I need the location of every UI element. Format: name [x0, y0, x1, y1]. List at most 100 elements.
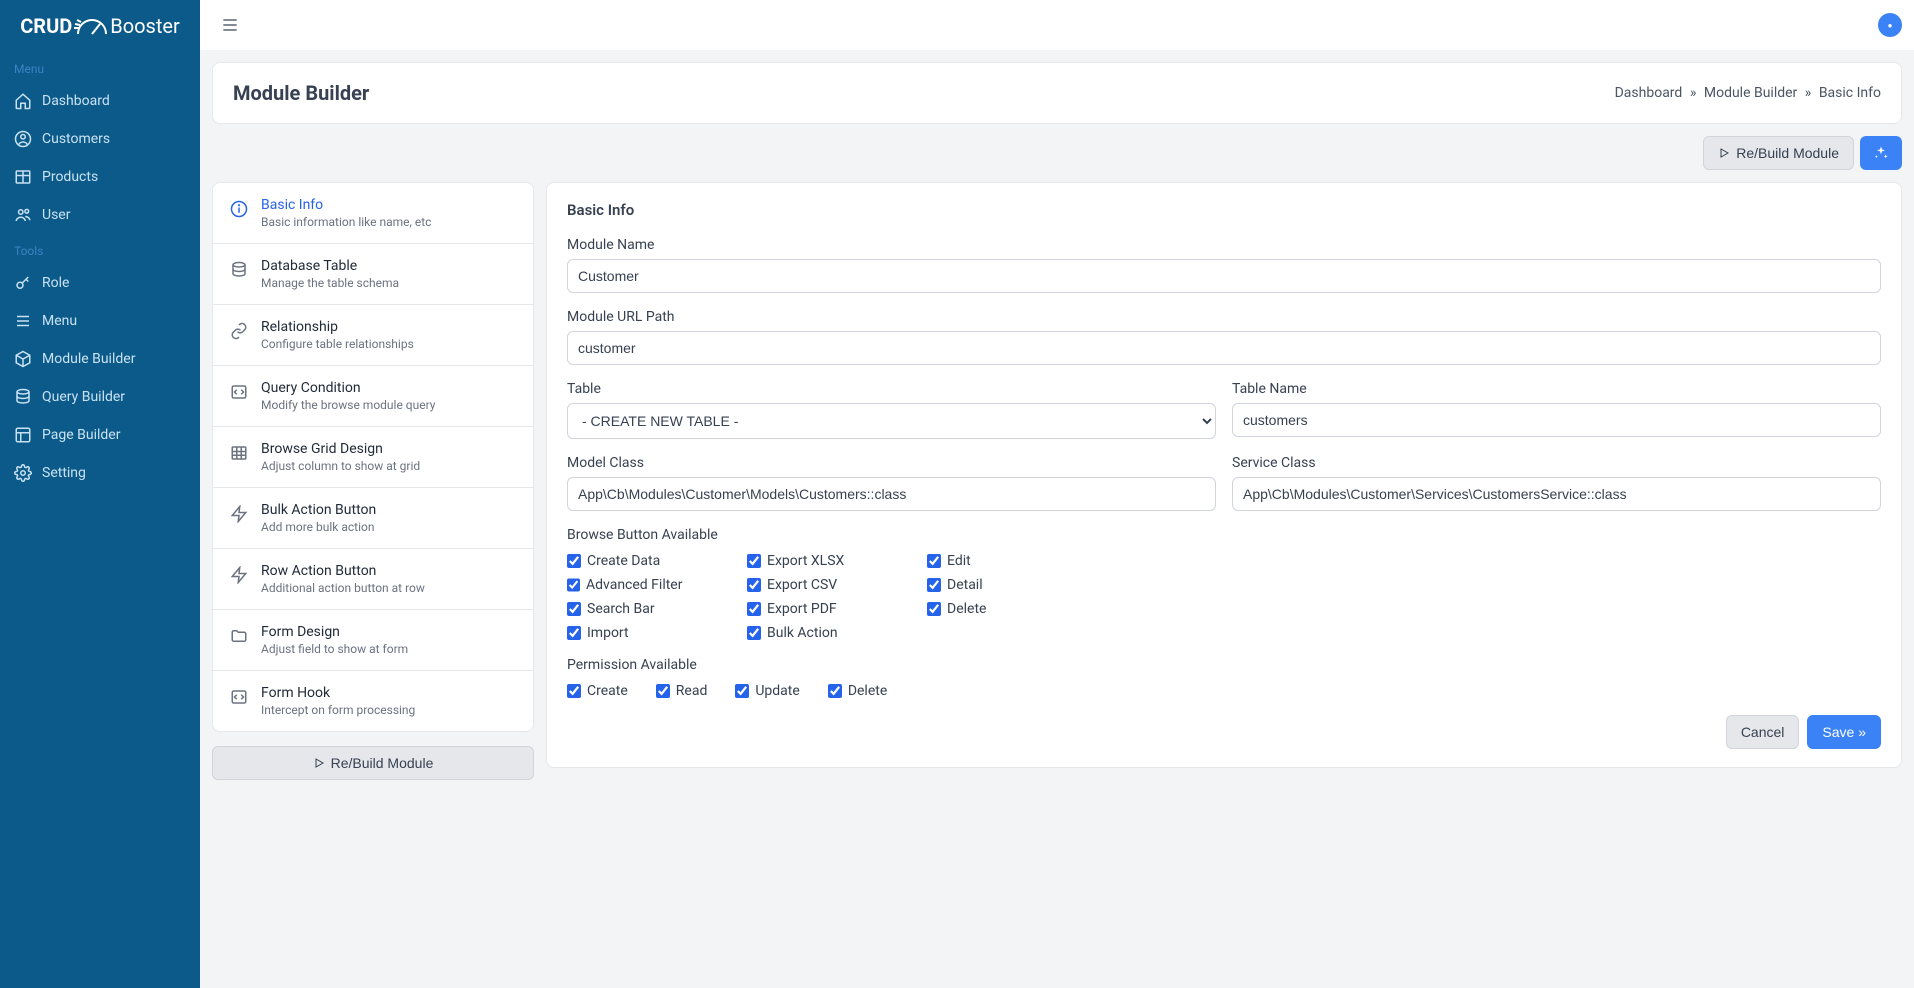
sidebar-item-setting[interactable]: Setting	[0, 454, 200, 492]
sidebar: CRUD Booster Menu Dashboard C	[0, 0, 200, 988]
check-search-bar[interactable]: Search Bar	[567, 601, 677, 617]
save-button[interactable]: Save »	[1807, 715, 1881, 749]
check-bulk-action[interactable]: Bulk Action	[747, 625, 857, 641]
step-basic-info[interactable]: Basic Info Basic information like name, …	[213, 183, 533, 244]
cancel-button[interactable]: Cancel	[1726, 715, 1800, 749]
check-export-xlsx[interactable]: Export XLSX	[747, 553, 857, 569]
rebuild-module-button-below[interactable]: Re/Build Module	[212, 746, 534, 780]
breadcrumb-item[interactable]: Module Builder	[1704, 85, 1797, 101]
code-icon	[229, 687, 249, 707]
step-title: Form Hook	[261, 685, 415, 701]
table-select[interactable]: - CREATE NEW TABLE -	[567, 403, 1216, 439]
sidebar-item-customers[interactable]: Customers	[0, 120, 200, 158]
check-perm-create[interactable]: Create	[567, 683, 628, 699]
check-import[interactable]: Import	[567, 625, 677, 641]
sidebar-item-menu[interactable]: Menu	[0, 302, 200, 340]
topbar: ●	[200, 0, 1914, 50]
step-desc: Basic information like name, etc	[261, 215, 431, 229]
check-edit[interactable]: Edit	[927, 553, 1037, 569]
step-title: Basic Info	[261, 197, 431, 213]
avatar[interactable]: ●	[1878, 13, 1902, 37]
check-advanced-filter[interactable]: Advanced Filter	[567, 577, 677, 593]
step-database-table[interactable]: Database Table Manage the table schema	[213, 244, 533, 305]
layout-icon	[14, 426, 32, 444]
sidebar-item-label: Products	[42, 169, 98, 185]
bolt-icon	[229, 565, 249, 585]
browse-checks: Create Data Export XLSX Edit Advanced Fi…	[567, 553, 1881, 641]
database-icon	[229, 260, 249, 280]
sidebar-item-label: Setting	[42, 465, 86, 481]
rebuild-module-button[interactable]: Re/Build Module	[1703, 136, 1854, 170]
gear-icon	[14, 464, 32, 482]
step-desc: Adjust field to show at form	[261, 642, 408, 656]
check-create-data[interactable]: Create Data	[567, 553, 677, 569]
sidebar-item-label: Customers	[42, 131, 110, 147]
sparkles-icon	[1873, 145, 1889, 161]
sidebar-tools-label: Tools	[0, 234, 200, 264]
sidebar-item-module-builder[interactable]: Module Builder	[0, 340, 200, 378]
url-path-input[interactable]	[567, 331, 1881, 365]
table-label: Table	[567, 381, 1216, 397]
sidebar-item-user[interactable]: User	[0, 196, 200, 234]
check-perm-update[interactable]: Update	[735, 683, 799, 699]
sidebar-item-label: Module Builder	[42, 351, 135, 367]
breadcrumb-item[interactable]: Dashboard	[1615, 85, 1683, 101]
step-desc: Adjust column to show at grid	[261, 459, 420, 473]
info-icon	[229, 199, 249, 219]
step-title: Database Table	[261, 258, 399, 274]
sidebar-item-page-builder[interactable]: Page Builder	[0, 416, 200, 454]
breadcrumb: Dashboard » Module Builder » Basic Info	[1615, 85, 1881, 101]
step-form-design[interactable]: Form Design Adjust field to show at form	[213, 610, 533, 671]
sidebar-item-label: Page Builder	[42, 427, 120, 443]
browse-button-label: Browse Button Available	[567, 527, 1881, 543]
sidebar-item-query-builder[interactable]: Query Builder	[0, 378, 200, 416]
step-title: Row Action Button	[261, 563, 425, 579]
step-query-condition[interactable]: Query Condition Modify the browse module…	[213, 366, 533, 427]
sidebar-item-products[interactable]: Products	[0, 158, 200, 196]
step-desc: Intercept on form processing	[261, 703, 415, 717]
step-desc: Add more bulk action	[261, 520, 376, 534]
check-export-csv[interactable]: Export CSV	[747, 577, 857, 593]
module-name-label: Module Name	[567, 237, 1881, 253]
check-perm-read[interactable]: Read	[656, 683, 708, 699]
service-class-input[interactable]	[1232, 477, 1881, 511]
cube-icon	[14, 350, 32, 368]
folder-icon	[229, 626, 249, 646]
speedometer-icon	[76, 14, 112, 38]
hamburger-button[interactable]	[212, 7, 248, 43]
model-class-input[interactable]	[567, 477, 1216, 511]
sidebar-item-dashboard[interactable]: Dashboard	[0, 82, 200, 120]
database-icon	[14, 388, 32, 406]
bolt-icon	[229, 504, 249, 524]
step-title: Relationship	[261, 319, 414, 335]
check-export-pdf[interactable]: Export PDF	[747, 601, 857, 617]
step-browse-grid-design[interactable]: Browse Grid Design Adjust column to show…	[213, 427, 533, 488]
step-form-hook[interactable]: Form Hook Intercept on form processing	[213, 671, 533, 731]
step-row-action-button[interactable]: Row Action Button Additional action butt…	[213, 549, 533, 610]
link-icon	[229, 321, 249, 341]
step-desc: Manage the table schema	[261, 276, 399, 290]
check-detail[interactable]: Detail	[927, 577, 1037, 593]
magic-wand-button[interactable]	[1860, 136, 1902, 170]
play-icon	[313, 757, 325, 769]
step-desc: Modify the browse module query	[261, 398, 435, 412]
sidebar-item-label: User	[42, 207, 70, 223]
table-name-input[interactable]	[1232, 403, 1881, 437]
step-desc: Additional action button at row	[261, 581, 425, 595]
code-icon	[229, 382, 249, 402]
sidebar-item-label: Menu	[42, 313, 77, 329]
check-perm-delete[interactable]: Delete	[828, 683, 887, 699]
sidebar-item-label: Query Builder	[42, 389, 125, 405]
check-delete[interactable]: Delete	[927, 601, 1037, 617]
page-header: Module Builder Dashboard » Module Builde…	[212, 62, 1902, 124]
logo: CRUD Booster	[0, 0, 200, 52]
module-name-input[interactable]	[567, 259, 1881, 293]
permission-available-label: Permission Available	[567, 657, 1881, 673]
home-icon	[14, 92, 32, 110]
form-card-title: Basic Info	[567, 201, 1881, 219]
sidebar-item-role[interactable]: Role	[0, 264, 200, 302]
step-bulk-action-button[interactable]: Bulk Action Button Add more bulk action	[213, 488, 533, 549]
step-relationship[interactable]: Relationship Configure table relationshi…	[213, 305, 533, 366]
step-title: Bulk Action Button	[261, 502, 376, 518]
model-class-label: Model Class	[567, 455, 1216, 471]
